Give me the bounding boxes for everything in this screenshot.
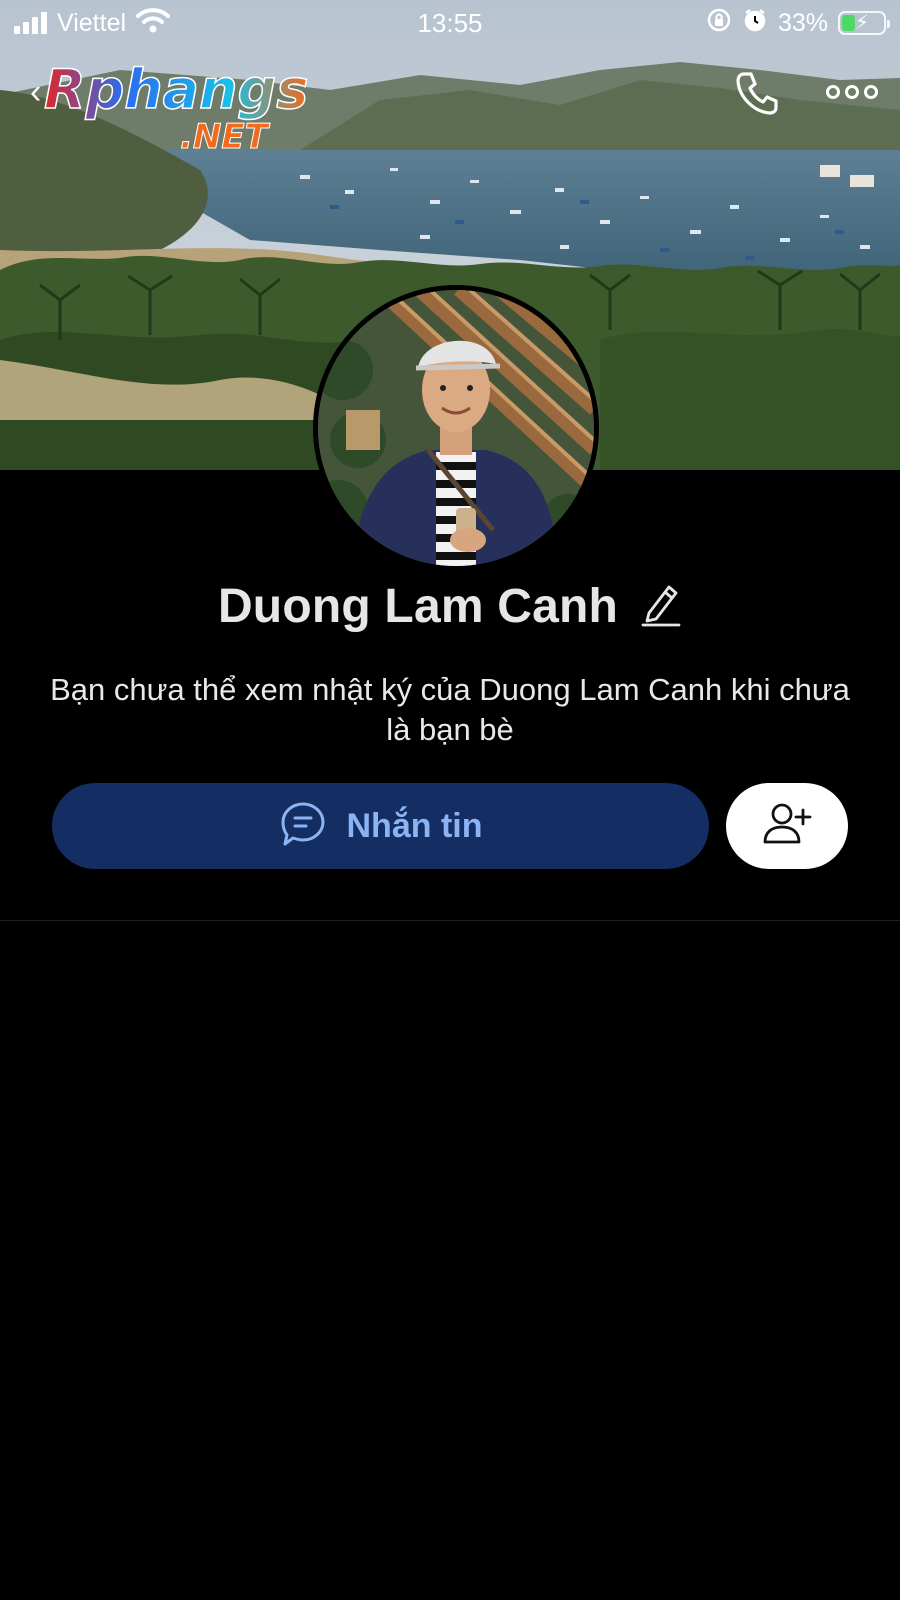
pencil-icon [641,581,681,632]
add-friend-button[interactable] [726,783,848,869]
more-dot [845,85,859,99]
profile-name: Duong Lam Canh [217,579,619,633]
status-bar: Viettel 13:55 33% ⚡ [0,0,900,46]
phone-icon [732,72,782,122]
privacy-notice: Bạn chưa thể xem nhật ký của Duong Lam C… [50,672,850,747]
message-button[interactable]: Nhắn tin [52,783,709,869]
profile-screen: Viettel 13:55 33% ⚡ ‹ Rphangs .NET Duong… [0,0,900,1600]
message-button-label: Nhắn tin [346,806,483,845]
alarm-icon [742,7,768,40]
watermark-logo: Rphangs .NET [42,56,322,157]
edit-name-button[interactable] [640,582,682,630]
call-button[interactable] [732,68,782,118]
more-dot [864,85,878,99]
svg-text:.NET: .NET [180,117,271,156]
charging-bolt-icon: ⚡ [854,12,870,34]
more-dot [826,85,840,99]
orientation-lock-icon [706,7,732,40]
add-user-icon [762,802,812,851]
status-right: 33% ⚡ [706,7,890,40]
svg-text:Rphangs: Rphangs [44,58,308,121]
battery-charging-icon: ⚡ [838,11,890,35]
avatar[interactable] [313,285,599,571]
section-divider [0,920,900,921]
chat-bubble-icon [279,800,327,853]
name-row: Duong Lam Canh [0,576,900,636]
battery-percent: 33% [777,8,828,37]
more-options-button[interactable] [826,74,878,110]
chevron-left-icon: ‹ [30,73,42,111]
